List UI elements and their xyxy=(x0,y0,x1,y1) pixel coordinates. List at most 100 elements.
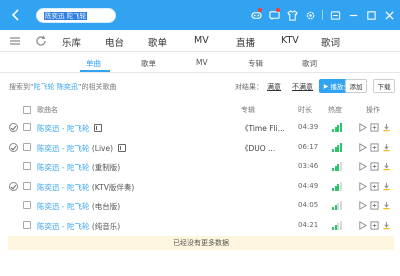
heat-indicator xyxy=(332,201,342,210)
song-name[interactable]: 陈奕迅 - 陀飞轮 xyxy=(37,183,89,192)
song-row[interactable]: 陈奕迅 - 陀飞轮 (纯音乐) 04:21 xyxy=(0,216,400,236)
close-icon[interactable] xyxy=(380,7,398,23)
song-actions xyxy=(356,181,392,192)
subtab-albums[interactable]: 专辑 xyxy=(248,58,263,69)
subtab-mv[interactable]: MV xyxy=(196,58,208,67)
song-album[interactable]: 《Time Fli... xyxy=(241,123,285,134)
select-all-checkbox[interactable] xyxy=(23,106,31,114)
song-row[interactable]: 陈奕迅 - 陀飞轮 《Time Fli... 04:39 xyxy=(0,118,400,138)
song-title[interactable]: 陈奕迅 - 陀飞轮 (重制版) xyxy=(37,162,120,173)
add-button[interactable]: 添加 xyxy=(345,79,367,93)
song-title[interactable]: 陈奕迅 - 陀飞轮 xyxy=(37,123,103,134)
feedback-unsatisfied-link[interactable]: 不满意 xyxy=(292,82,313,92)
song-version: (Live) xyxy=(89,143,114,153)
song-checkbox[interactable] xyxy=(23,123,31,131)
song-name[interactable]: 陈奕迅 - 陀飞轮 xyxy=(37,222,89,231)
maximize-icon[interactable] xyxy=(362,7,380,23)
tab-ktv[interactable]: KTV xyxy=(281,35,299,46)
download-icon[interactable] xyxy=(380,122,392,133)
song-checkbox[interactable] xyxy=(23,201,31,209)
download-icon[interactable] xyxy=(380,161,392,172)
summary-prefix: 搜索到“ xyxy=(9,83,34,91)
search-input[interactable]: 陈奕迅 陀飞轮 xyxy=(36,8,116,23)
expand-versions-icon[interactable] xyxy=(9,123,18,132)
heat-bar xyxy=(339,201,342,210)
song-row[interactable]: 陈奕迅 - 陀飞轮 (KTV版伴奏) 04:49 xyxy=(0,177,400,197)
play-icon[interactable] xyxy=(356,181,368,192)
add-icon[interactable] xyxy=(368,200,380,211)
tab-library[interactable]: 乐库 xyxy=(62,35,81,49)
song-row[interactable]: 陈奕迅 - 陀飞轮 (重制版) 03:46 xyxy=(0,157,400,177)
list-icon[interactable] xyxy=(9,35,21,47)
result-summary: 搜索到“陀飞轮 陈奕迅”的相关歌曲 xyxy=(9,82,117,92)
summary-keyword: 陀飞轮 陈奕迅 xyxy=(33,83,78,91)
add-icon[interactable] xyxy=(368,161,380,172)
header-album: 专辑 xyxy=(241,106,255,114)
add-icon[interactable] xyxy=(368,122,380,133)
song-actions xyxy=(356,200,392,211)
expand-versions-icon[interactable] xyxy=(9,142,18,152)
tab-mv[interactable]: MV xyxy=(194,35,209,46)
summary-suffix: ”的相关歌曲 xyxy=(77,83,117,91)
play-icon: ▶ xyxy=(323,82,329,90)
add-icon[interactable] xyxy=(368,220,380,231)
download-button[interactable]: 下载 xyxy=(373,79,395,93)
subtab-songs[interactable]: 单曲 xyxy=(86,58,101,69)
title-bar: 陈奕迅 陀飞轮 xyxy=(0,0,400,30)
download-icon[interactable] xyxy=(380,220,392,231)
window-controls xyxy=(247,7,398,23)
song-title[interactable]: 陈奕迅 - 陀飞轮 (电台版) xyxy=(37,201,120,212)
skin-icon[interactable] xyxy=(283,7,301,23)
add-icon[interactable] xyxy=(368,142,380,153)
minimize-icon[interactable] xyxy=(326,7,344,23)
subtab-playlists[interactable]: 歌单 xyxy=(141,58,156,69)
heat-indicator xyxy=(332,123,342,132)
song-checkbox[interactable] xyxy=(23,162,31,170)
song-version: (电台版) xyxy=(89,202,121,211)
expand-versions-icon[interactable] xyxy=(9,181,18,191)
play-icon[interactable] xyxy=(356,142,368,153)
download-icon[interactable] xyxy=(380,181,392,192)
subtab-lyrics[interactable]: 歌词 xyxy=(302,58,317,69)
table-header: 歌曲名 专辑 时长 热度 操作 xyxy=(0,102,400,117)
play-icon[interactable] xyxy=(356,122,368,133)
song-title[interactable]: 陈奕迅 - 陀飞轮 (纯音乐) xyxy=(37,221,120,232)
song-title[interactable]: 陈奕迅 - 陀飞轮 (KTV版伴奏) xyxy=(37,182,134,193)
refresh-icon[interactable] xyxy=(35,35,47,47)
tab-playlist[interactable]: 歌单 xyxy=(148,35,167,49)
song-row[interactable]: 陈奕迅 - 陀飞轮 (Live) 《DUO ... 06:17 xyxy=(0,138,400,158)
header-name: 歌曲名 xyxy=(37,106,58,114)
search-query-text: 陈奕迅 陀飞轮 xyxy=(44,12,88,20)
play-icon[interactable] xyxy=(356,220,368,231)
download-icon[interactable] xyxy=(380,200,392,211)
minimize-window-icon[interactable] xyxy=(344,7,362,23)
header-duration: 时长 xyxy=(298,106,312,114)
song-name[interactable]: 陈奕迅 - 陀飞轮 xyxy=(37,124,89,133)
mv-icon[interactable] xyxy=(94,124,103,132)
feedback-satisfied-link[interactable]: 满意 xyxy=(267,82,281,92)
song-row[interactable]: 陈奕迅 - 陀飞轮 (电台版) 04:05 xyxy=(0,196,400,216)
tab-radio[interactable]: 电台 xyxy=(105,35,124,49)
play-icon[interactable] xyxy=(356,200,368,211)
message-icon[interactable] xyxy=(265,7,283,23)
song-checkbox[interactable] xyxy=(23,220,31,229)
heat-bar xyxy=(339,142,342,152)
song-title[interactable]: 陈奕迅 - 陀飞轮 (Live) xyxy=(37,143,127,154)
song-album[interactable]: 《DUO ... xyxy=(241,143,275,154)
song-name[interactable]: 陈奕迅 - 陀飞轮 xyxy=(37,163,89,172)
settings-icon[interactable] xyxy=(301,7,319,23)
mv-icon[interactable] xyxy=(118,143,127,152)
song-duration: 03:46 xyxy=(298,162,319,170)
song-actions xyxy=(356,122,392,133)
add-icon[interactable] xyxy=(368,181,380,192)
download-icon[interactable] xyxy=(380,142,392,153)
song-checkbox[interactable] xyxy=(23,181,31,190)
song-name[interactable]: 陈奕迅 - 陀飞轮 xyxy=(37,202,89,211)
tab-lyrics[interactable]: 歌词 xyxy=(321,35,340,49)
song-checkbox[interactable] xyxy=(23,142,31,151)
back-icon[interactable] xyxy=(9,8,23,22)
play-icon[interactable] xyxy=(356,161,368,172)
game-icon[interactable] xyxy=(247,7,265,23)
tab-live[interactable]: 直播 xyxy=(236,35,255,49)
song-name[interactable]: 陈奕迅 - 陀飞轮 xyxy=(37,144,89,153)
